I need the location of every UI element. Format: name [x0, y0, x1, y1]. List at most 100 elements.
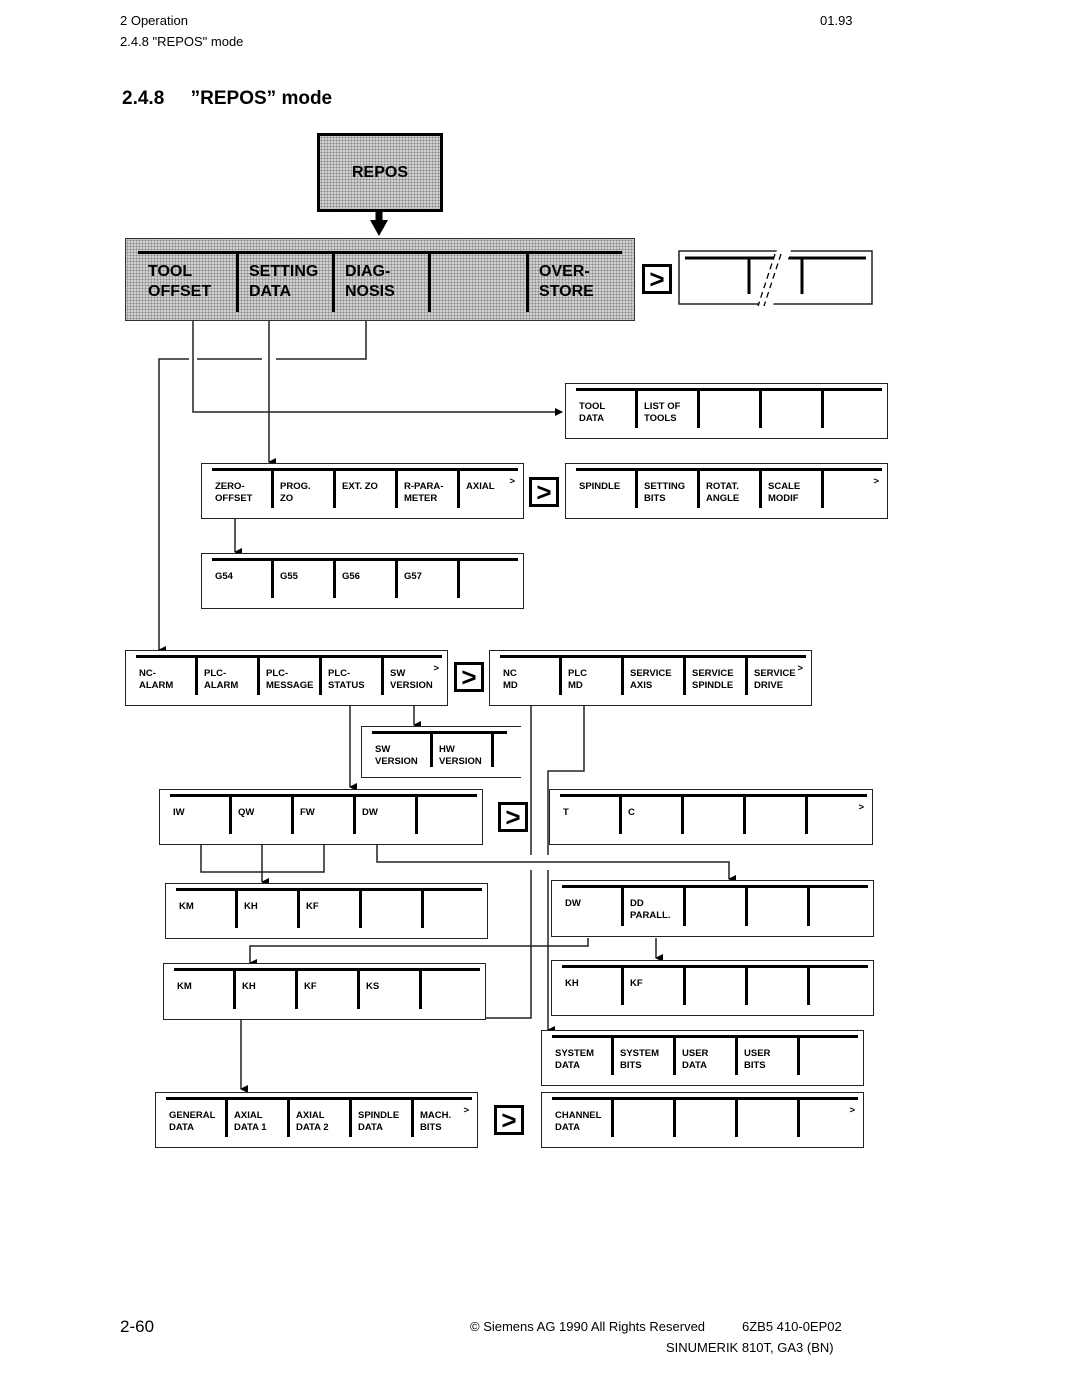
softkey-menu-setting-data-2: SPINDLE SETTING BITS ROTAT. ANGLE SCALE MOD…: [565, 463, 888, 519]
softkey[interactable]: KH: [235, 889, 297, 928]
softkey[interactable]: SW VERSION: [381, 656, 443, 695]
softkey[interactable]: HW VERSION: [430, 732, 491, 767]
softkey-label: SPINDLE DATA: [358, 1110, 400, 1133]
softkey[interactable]: [807, 966, 869, 1005]
softkey[interactable]: KF: [621, 966, 683, 1005]
softkey[interactable]: [681, 795, 743, 834]
softkey-label: IW: [173, 807, 185, 818]
softkey[interactable]: [821, 469, 883, 508]
softkey[interactable]: NC- ALARM: [133, 656, 195, 695]
softkey[interactable]: SERVICE DRIVE: [745, 656, 807, 695]
softkey[interactable]: G57: [395, 559, 457, 598]
softkey[interactable]: DW: [353, 795, 415, 834]
softkey[interactable]: PLC- STATUS: [319, 656, 381, 695]
softkey[interactable]: IW: [167, 795, 229, 834]
softkey[interactable]: DD PARALL.: [621, 886, 683, 926]
softkey-setting-data[interactable]: SETTING DATA: [236, 252, 332, 312]
softkey[interactable]: [611, 1098, 673, 1137]
softkey[interactable]: AXIAL: [457, 469, 519, 508]
softkey[interactable]: [807, 886, 869, 926]
softkey[interactable]: KF: [297, 889, 359, 928]
softkey[interactable]: SERVICE SPINDLE: [683, 656, 745, 695]
softkey[interactable]: GENERAL DATA: [163, 1098, 225, 1137]
next-menu-button[interactable]: >: [498, 802, 528, 832]
softkey[interactable]: SCALE MODIF: [759, 469, 821, 508]
softkey[interactable]: ROTAT. ANGLE: [697, 469, 759, 508]
softkey[interactable]: [683, 966, 745, 1005]
softkey[interactable]: [419, 969, 481, 1009]
softkey[interactable]: DW: [559, 886, 621, 926]
next-menu-button[interactable]: >: [529, 477, 559, 507]
softkey[interactable]: KH: [559, 966, 621, 1005]
softkey[interactable]: [359, 889, 421, 928]
softkey[interactable]: [457, 559, 519, 598]
softkey[interactable]: EXT. ZO: [333, 469, 395, 508]
softkey[interactable]: SYSTEM DATA: [549, 1036, 611, 1075]
softkey[interactable]: [821, 389, 883, 428]
softkey[interactable]: C: [619, 795, 681, 834]
next-menu-button[interactable]: >: [454, 662, 484, 692]
softkey[interactable]: SW VERSION: [369, 732, 430, 767]
softkey[interactable]: CHANNEL DATA: [549, 1098, 611, 1137]
softkey[interactable]: SPINDLE: [573, 469, 635, 508]
softkey[interactable]: SPINDLE DATA: [349, 1098, 411, 1137]
softkey-menu-setting-data: ZERO- OFFSET PROG. ZO EXT. ZO R-PARA- METER…: [201, 463, 524, 519]
softkey[interactable]: USER BITS: [735, 1036, 797, 1075]
softkey[interactable]: QW: [229, 795, 291, 834]
softkey[interactable]: AXIAL DATA 1: [225, 1098, 287, 1137]
softkey[interactable]: AXIAL DATA 2: [287, 1098, 349, 1137]
softkey-label: KM: [179, 901, 194, 912]
softkey[interactable]: SETTING BITS: [635, 469, 697, 508]
softkey[interactable]: [697, 389, 759, 428]
softkey[interactable]: KH: [233, 969, 295, 1009]
softkey[interactable]: [759, 389, 821, 428]
softkey-label: SPINDLE: [579, 481, 621, 492]
softkey[interactable]: G56: [333, 559, 395, 598]
softkey[interactable]: G55: [271, 559, 333, 598]
softkey-overstore[interactable]: OVER- STORE: [526, 252, 624, 312]
softkey[interactable]: ZERO- OFFSET: [209, 469, 271, 508]
softkey[interactable]: [743, 795, 805, 834]
softkey[interactable]: [797, 1036, 859, 1075]
next-menu-button[interactable]: >: [642, 264, 672, 294]
softkey[interactable]: SYSTEM BITS: [611, 1036, 673, 1075]
softkey[interactable]: [735, 1098, 797, 1137]
softkey[interactable]: PROG. ZO: [271, 469, 333, 508]
root-arrow-head: [370, 220, 388, 236]
softkey[interactable]: KM: [171, 969, 233, 1009]
softkey[interactable]: [805, 795, 867, 834]
softkey[interactable]: [745, 886, 807, 926]
softkey-diagnosis[interactable]: DIAG- NOSIS: [332, 252, 428, 312]
softkey[interactable]: KS: [357, 969, 419, 1009]
softkey-menu-nc-md: GENERAL DATA AXIAL DATA 1 AXIAL DATA 2 SPIN…: [155, 1092, 478, 1148]
next-menu-button[interactable]: >: [494, 1105, 524, 1135]
softkey[interactable]: [797, 1098, 859, 1137]
softkey[interactable]: NC MD: [497, 656, 559, 695]
softkey[interactable]: [673, 1098, 735, 1137]
softkey[interactable]: [745, 966, 807, 1005]
softkey-label: PROG. ZO: [280, 481, 311, 504]
softkey[interactable]: TOOL DATA: [573, 389, 635, 428]
more-indicator: >: [873, 476, 879, 487]
softkey[interactable]: FW: [291, 795, 353, 834]
softkey[interactable]: USER DATA: [673, 1036, 735, 1075]
softkey[interactable]: G54: [209, 559, 271, 598]
softkey-label: SERVICE DRIVE: [754, 668, 796, 691]
softkey[interactable]: KF: [295, 969, 357, 1009]
softkey[interactable]: T: [557, 795, 619, 834]
softkey[interactable]: R-PARA- METER: [395, 469, 457, 508]
softkey-label: SCALE MODIF: [768, 481, 801, 504]
softkey[interactable]: LIST OF TOOLS: [635, 389, 697, 428]
softkey[interactable]: [683, 886, 745, 926]
softkey-empty[interactable]: [428, 252, 526, 312]
softkey[interactable]: PLC- ALARM: [195, 656, 257, 695]
softkey[interactable]: KM: [173, 889, 235, 928]
softkey-label: AXIAL: [466, 481, 495, 492]
softkey[interactable]: PLC MD: [559, 656, 621, 695]
softkey[interactable]: PLC- MESSAGE: [257, 656, 319, 695]
softkey[interactable]: MACH. BITS: [411, 1098, 473, 1137]
softkey-tool-offset[interactable]: TOOL OFFSET: [138, 252, 236, 312]
softkey[interactable]: [415, 795, 477, 834]
softkey[interactable]: SERVICE AXIS: [621, 656, 683, 695]
softkey[interactable]: [421, 889, 483, 928]
